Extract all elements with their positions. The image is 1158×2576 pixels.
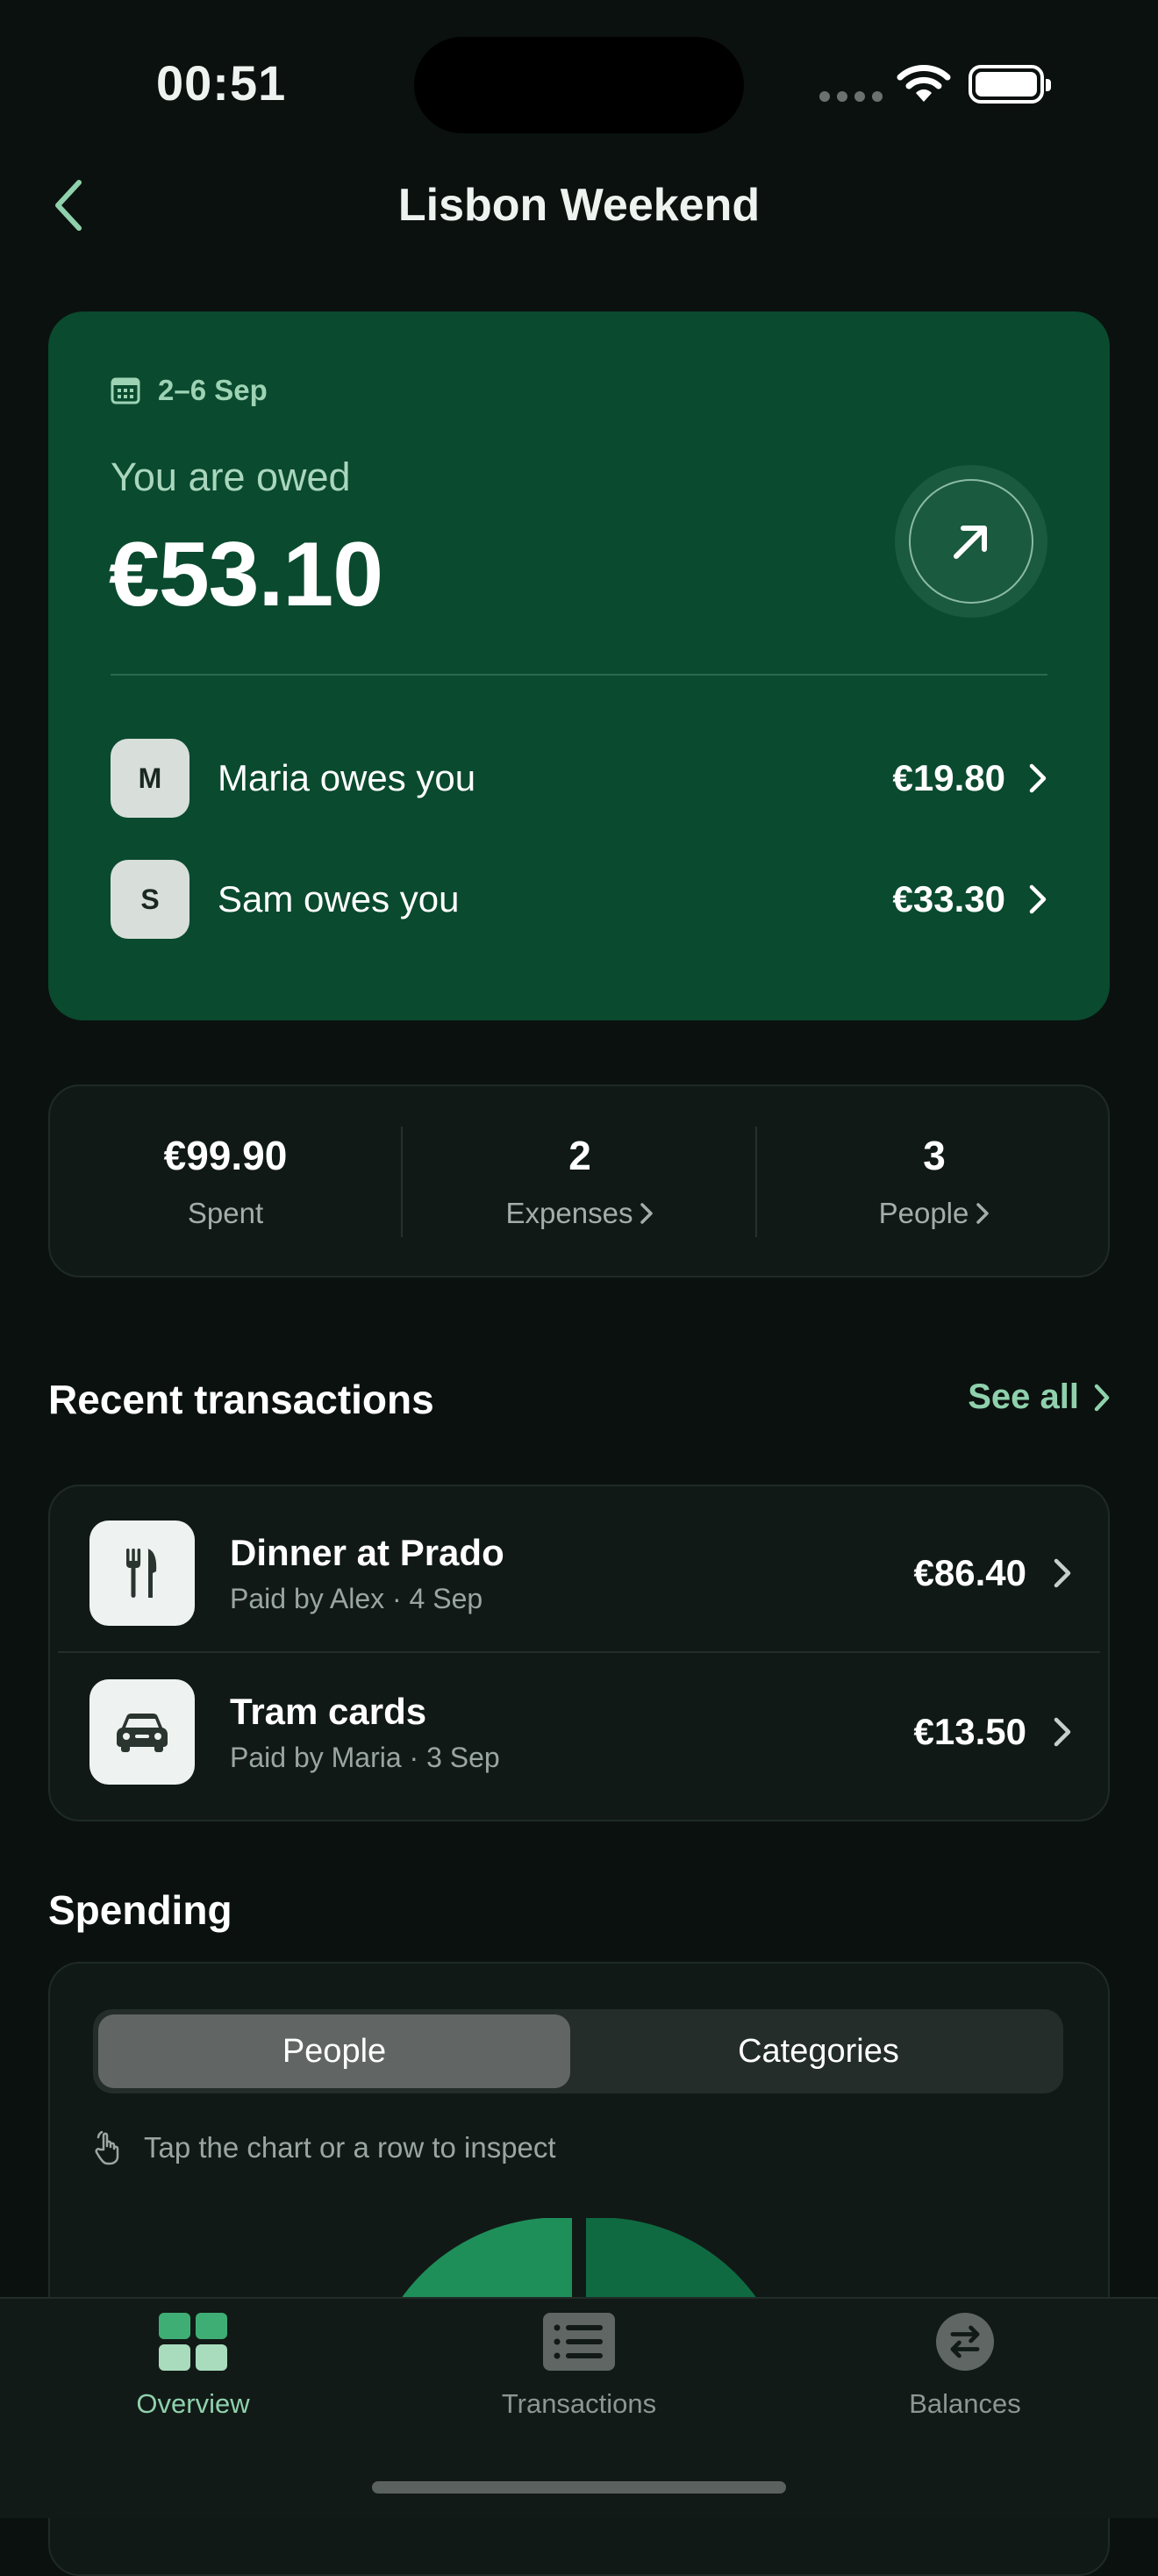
page-title: Lisbon Weekend [397,180,761,231]
stat-value: 3 [923,1133,946,1178]
chevron-right-icon [1029,884,1047,914]
stat-people[interactable]: 3 People [757,1132,1112,1230]
status-time: 00:51 [156,55,287,111]
transaction-row[interactable]: Tram cards Paid by Maria · 3 Sep €13.50 [89,1679,1072,1785]
chevron-right-icon [1054,1717,1071,1747]
chevron-right-icon [976,1203,990,1224]
owe-row-maria[interactable]: M Maria owes you €19.80 [111,739,1047,818]
avatar: S [111,860,189,939]
transaction-subtitle: Paid by Maria · 3 Sep [230,1741,500,1773]
tab-label: Transactions [501,2388,657,2419]
owed-amount: €53.10 [109,524,383,626]
wifi-icon [897,63,951,104]
car-icon [89,1679,195,1785]
settle-up-button[interactable] [895,465,1047,618]
tap-hand-icon [95,2130,119,2165]
stat-label: People [878,1197,969,1229]
spending-title: Spending [48,1887,232,1933]
arrow-up-right-icon [954,526,987,559]
chevron-right-icon [640,1203,654,1224]
battery-icon [969,65,1051,104]
stat-value: €99.90 [163,1133,288,1178]
chart-hint-text: Tap the chart or a row to inspect [144,2131,556,2164]
see-all-button[interactable]: See all [968,1377,1111,1417]
tab-balances[interactable]: Balances [772,2313,1158,2420]
fork-knife-icon [89,1521,195,1626]
owe-row-amount: €33.30 [892,878,1005,919]
tab-transactions[interactable]: Transactions [386,2313,772,2420]
stat-label: Spent [187,1197,264,1229]
chart-hint: Tap the chart or a row to inspect [93,2130,556,2165]
transaction-amount: €13.50 [913,1711,1026,1752]
calendar-icon [111,377,140,404]
tab-label: Overview [136,2388,250,2419]
segment-people[interactable]: People [98,2014,570,2088]
stat-label: Expenses [505,1197,633,1229]
list-icon [543,2313,615,2371]
transaction-title: Tram cards [230,1690,427,1732]
transaction-title: Dinner at Prado [230,1531,504,1573]
transaction-subtitle: Paid by Alex · 4 Sep [230,1582,483,1614]
recent-transactions-title: Recent transactions [48,1377,434,1422]
segment-categories[interactable]: Categories [579,2014,1058,2088]
transaction-amount: €86.40 [913,1552,1026,1593]
arrows-swap-icon [936,2313,994,2371]
chevron-right-icon [1094,1384,1110,1411]
dynamic-island [414,37,744,133]
tab-overview[interactable]: Overview [0,2313,386,2420]
divider [111,674,1047,676]
owed-label: You are owed [111,454,351,499]
owe-row-amount: €19.80 [892,757,1005,798]
chevron-right-icon [1054,1558,1071,1588]
stat-expenses[interactable]: 2 Expenses [403,1132,757,1230]
cellular-signal-icon [819,91,883,102]
owe-row-label: Sam owes you [218,878,460,919]
tab-label: Balances [909,2388,1021,2419]
stat-spent: €99.90 Spent [48,1132,403,1230]
divider [58,1651,1100,1653]
transaction-row[interactable]: Dinner at Prado Paid by Alex · 4 Sep €86… [89,1521,1072,1626]
avatar: M [111,739,189,818]
see-all-label: See all [968,1377,1079,1416]
date-range: 2–6 Sep [158,374,268,406]
stat-value: 2 [568,1133,591,1178]
grid-icon [159,2313,227,2371]
owe-row-label: Maria owes you [218,757,476,798]
trip-dates: 2–6 Sep [111,374,268,407]
owe-row-sam[interactable]: S Sam owes you €33.30 [111,860,1047,939]
home-indicator [372,2481,786,2494]
chevron-right-icon [1029,763,1047,793]
